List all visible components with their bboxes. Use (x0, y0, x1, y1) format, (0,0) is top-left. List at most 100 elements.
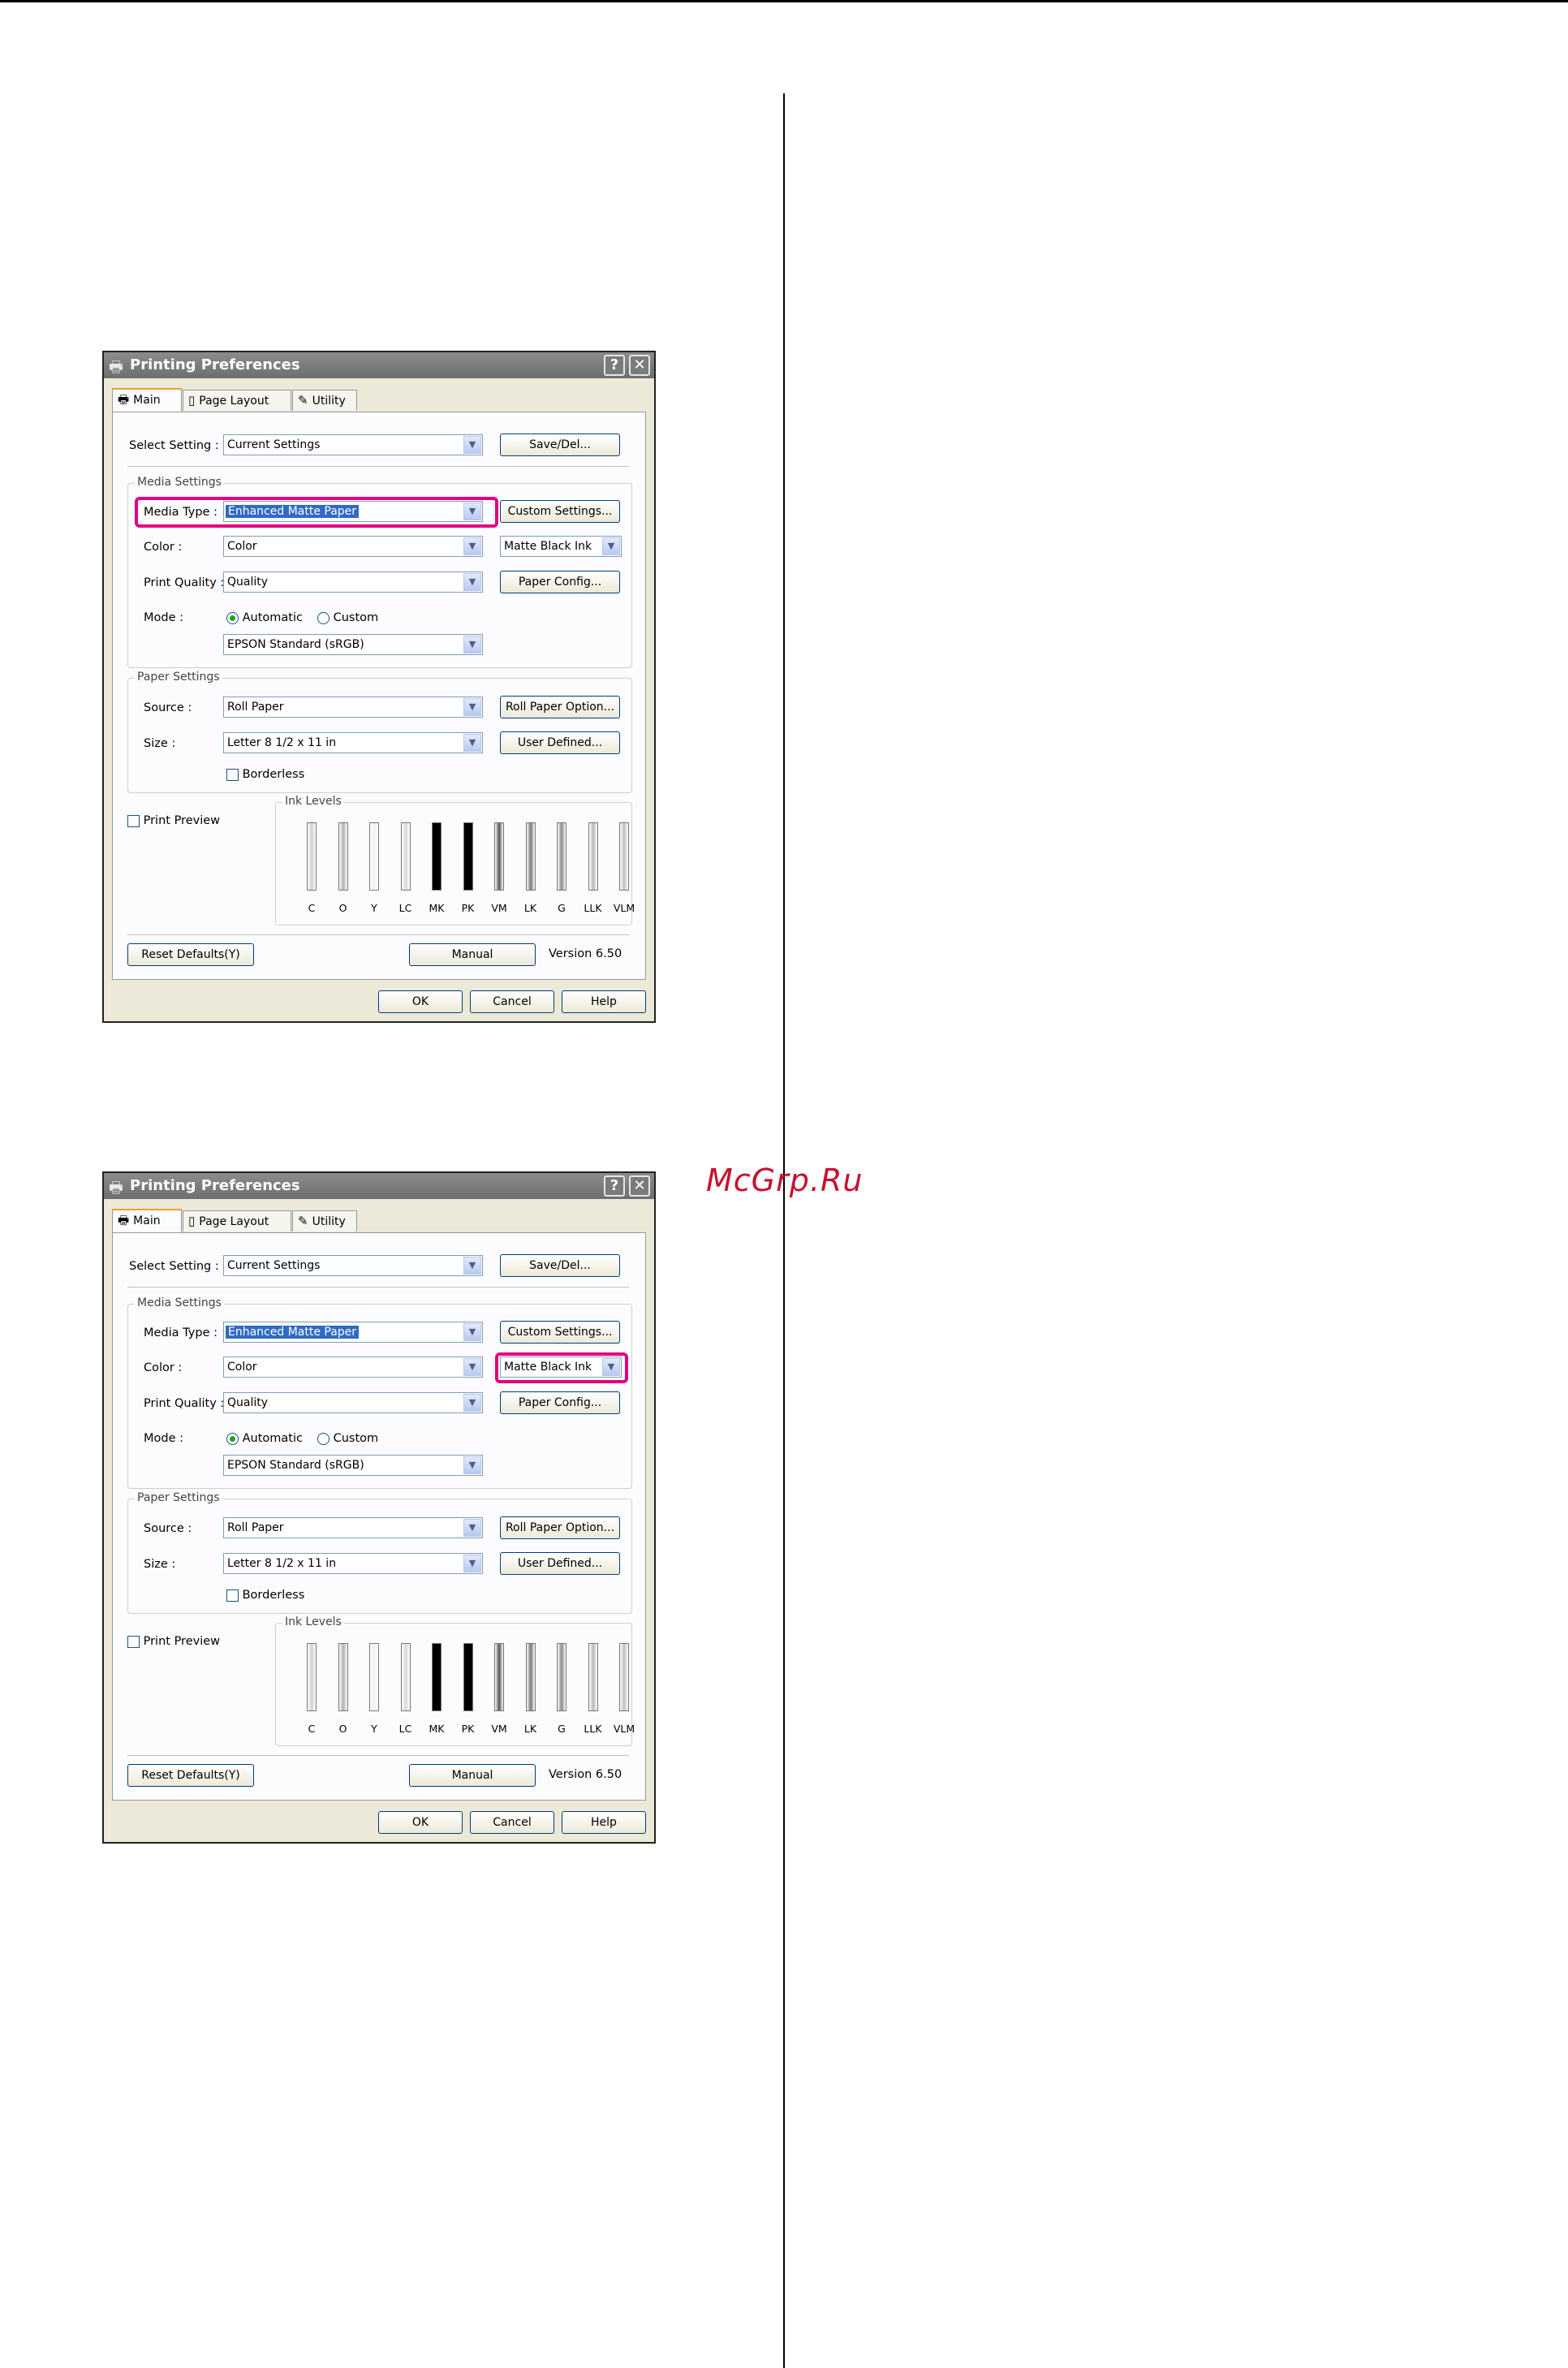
custom-settings-button[interactable]: Custom Settings... (500, 500, 620, 523)
tab-page-layout[interactable]: ▯ Page Layout (183, 1210, 291, 1231)
tab-utility[interactable]: ✎ Utility (292, 1210, 357, 1231)
cancel-button[interactable]: Cancel (470, 1811, 554, 1834)
select-setting-label: Select Setting : (129, 1260, 219, 1273)
chevron-down-icon: ▼ (463, 1456, 481, 1474)
printer-icon: 🖶 (109, 1179, 123, 1197)
mode-custom-radio[interactable]: Custom (317, 1432, 378, 1445)
color-combo[interactable]: Color ▼ (223, 536, 483, 557)
ink-level-bar (400, 1643, 411, 1711)
color-label: Color : (144, 1361, 183, 1374)
source-label: Source : (144, 1522, 192, 1535)
ink-level-bar (463, 1643, 473, 1711)
ink-level-bar (369, 822, 379, 891)
save-del-button[interactable]: Save/Del... (500, 433, 620, 456)
paper-settings-title: Paper Settings (135, 671, 222, 684)
tab-utility[interactable]: ✎ Utility (292, 390, 357, 411)
ink-level-bar (557, 822, 566, 891)
ink-level-label: PK (461, 1723, 475, 1735)
media-type-combo[interactable]: Enhanced Matte Paper ▼ (223, 1322, 483, 1343)
ink-level-label: O (338, 1723, 347, 1735)
main-tab-panel: Select Setting : Current Settings ▼ Save… (112, 1232, 646, 1801)
ink-level-label: PK (461, 902, 475, 914)
radio-unselected-icon (317, 1432, 330, 1445)
ink-level-label: LK (523, 902, 537, 914)
reset-defaults-button[interactable]: Reset Defaults(Y) (127, 943, 254, 966)
source-label: Source : (144, 701, 192, 714)
close-title-button[interactable]: ✕ (629, 355, 650, 376)
reset-defaults-button[interactable]: Reset Defaults(Y) (127, 1764, 254, 1787)
tab-main[interactable]: 🖶 Main (112, 388, 182, 412)
manual-button[interactable]: Manual (409, 1764, 536, 1787)
media-settings-title: Media Settings (135, 476, 224, 489)
print-preview-checkbox[interactable]: Print Preview (127, 1635, 220, 1648)
chevron-down-icon: ▼ (602, 537, 620, 555)
help-title-button[interactable]: ? (604, 1175, 625, 1197)
ink-level-bar (525, 1643, 536, 1711)
help-title-button[interactable]: ? (604, 355, 625, 376)
printing-preferences-dialog: 🖶 Printing Preferences ? ✕ 🖶 Main ▯ Page L… (102, 1171, 656, 1844)
paper-config-button[interactable]: Paper Config... (500, 571, 620, 593)
close-title-button[interactable]: ✕ (629, 1175, 650, 1197)
divider (127, 934, 629, 935)
ink-level-label: C (308, 902, 316, 914)
ink-level-label: LLK (584, 1723, 602, 1735)
custom-settings-button[interactable]: Custom Settings... (500, 1321, 620, 1344)
select-setting-combo[interactable]: Current Settings ▼ (223, 434, 483, 455)
print-quality-combo[interactable]: Quality ▼ (223, 572, 483, 593)
ink-level-label: G (558, 902, 566, 914)
watermark: McGrp.Ru (706, 1162, 864, 1198)
select-setting-combo[interactable]: Current Settings ▼ (223, 1255, 483, 1276)
paper-config-button[interactable]: Paper Config... (500, 1391, 620, 1414)
checkbox-icon (127, 1635, 140, 1648)
mode-custom-radio[interactable]: Custom (317, 611, 378, 624)
source-combo[interactable]: Roll Paper ▼ (223, 697, 483, 718)
mode-preset-combo[interactable]: EPSON Standard (sRGB) ▼ (223, 1455, 483, 1476)
cancel-button[interactable]: Cancel (470, 990, 554, 1013)
tab-main[interactable]: 🖶 Main (112, 1209, 182, 1232)
help-button[interactable]: Help (562, 990, 646, 1013)
mode-label: Mode : (144, 1432, 184, 1445)
ink-level-bar (400, 822, 411, 891)
ink-level-bar (432, 1643, 442, 1711)
column-divider (783, 93, 785, 2368)
color-label: Color : (144, 541, 183, 554)
user-defined-button[interactable]: User Defined... (500, 1552, 620, 1575)
ink-level-bar (307, 1643, 317, 1711)
media-settings-title: Media Settings (135, 1296, 224, 1309)
roll-paper-option-button[interactable]: Roll Paper Option... (500, 1516, 620, 1539)
size-combo[interactable]: Letter 8 1/2 x 11 in ▼ (223, 732, 483, 753)
ink-level-bar (369, 1643, 379, 1711)
ok-button[interactable]: OK (378, 990, 463, 1013)
print-quality-combo[interactable]: Quality ▼ (223, 1392, 483, 1413)
media-type-label: Media Type : (144, 1326, 218, 1339)
mode-preset-combo[interactable]: EPSON Standard (sRGB) ▼ (223, 634, 483, 655)
save-del-button[interactable]: Save/Del... (500, 1254, 620, 1277)
ink-levels-title: Ink Levels (282, 795, 344, 808)
manual-button[interactable]: Manual (409, 943, 536, 966)
chevron-down-icon: ▼ (463, 573, 481, 591)
size-combo[interactable]: Letter 8 1/2 x 11 in ▼ (223, 1553, 483, 1574)
mode-automatic-radio[interactable]: Automatic (226, 611, 303, 624)
chevron-down-icon: ▼ (463, 1394, 481, 1412)
print-preview-checkbox[interactable]: Print Preview (127, 814, 220, 827)
ink-select-combo[interactable]: Matte Black Ink ▼ (500, 536, 622, 557)
chevron-down-icon: ▼ (463, 734, 481, 752)
color-combo[interactable]: Color ▼ (223, 1357, 483, 1378)
chevron-down-icon: ▼ (463, 636, 481, 653)
ok-button[interactable]: OK (378, 1811, 463, 1834)
wrench-icon: ✎ (298, 393, 308, 408)
chevron-down-icon: ▼ (463, 1257, 481, 1275)
help-button[interactable]: Help (562, 1811, 646, 1834)
size-label: Size : (144, 737, 176, 750)
ink-level-bar (494, 1643, 504, 1711)
source-combo[interactable]: Roll Paper ▼ (223, 1517, 483, 1538)
borderless-checkbox[interactable]: Borderless (226, 1589, 304, 1602)
highlight-box (495, 1352, 628, 1383)
user-defined-button[interactable]: User Defined... (500, 731, 620, 754)
tab-page-layout[interactable]: ▯ Page Layout (183, 390, 291, 411)
page-icon: ▯ (188, 1214, 196, 1228)
mode-automatic-radio[interactable]: Automatic (226, 1432, 303, 1445)
borderless-checkbox[interactable]: Borderless (226, 768, 304, 781)
roll-paper-option-button[interactable]: Roll Paper Option... (500, 696, 620, 718)
page-icon: ▯ (188, 393, 196, 408)
